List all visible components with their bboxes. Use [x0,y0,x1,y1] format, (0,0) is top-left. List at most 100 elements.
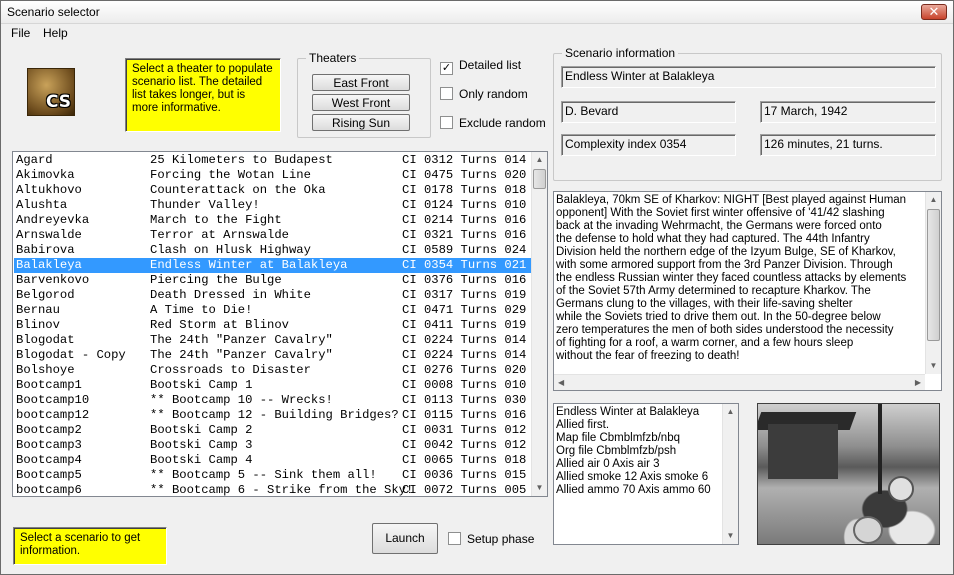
app-logo: CS [27,68,75,116]
list-item-title: Clash on Hlusk Highway [150,243,311,257]
detailed-list-checkbox[interactable]: ✓ Detailed list [440,58,521,75]
list-item-location: Bootcamp4 [16,453,82,467]
list-item-info: CI 0214 Turns 016 [402,213,527,227]
list-item-title: ** Bootcamp 12 - Building Bridges? [150,408,399,422]
list-item-title: Terror at Arnswalde [150,228,289,242]
list-item-info: CI 0036 Turns 015 [402,468,527,482]
list-item[interactable]: Arnswalde Terror at Arnswalde CI 0321 Turn… [14,228,531,243]
scroll-up-icon[interactable]: ▲ [532,152,547,168]
scroll-thumb[interactable] [533,169,546,189]
list-item-info: CI 0224 Turns 014 [402,348,527,362]
list-item[interactable]: Bolshoye Crossroads to Disaster CI 0276 Tu… [14,363,531,378]
list-item[interactable]: bootcamp6 ** Bootcamp 6 - Strike from the… [14,483,531,496]
list-item[interactable]: Agard 25 Kilometers to Budapest CI 0312 Tu… [14,153,531,168]
only-random-label: Only random [459,87,528,101]
setup-phase-checkbox[interactable]: Setup phase [448,532,534,548]
complexity-field: Complexity index 0354 [561,134,736,156]
list-item-title: 25 Kilometers to Budapest [150,153,333,167]
list-item[interactable]: Blogodat The 24th "Panzer Cavalry" CI 0224… [14,333,531,348]
description-line: Balakleya, 70km SE of Kharkov: NIGHT [Be… [556,194,907,206]
scroll-down-icon[interactable]: ▼ [926,358,941,374]
rising-sun-button[interactable]: Rising Sun [312,114,410,131]
list-item-info: CI 0008 Turns 010 [402,378,527,392]
details-scrollbar[interactable]: ▲ ▼ [722,404,738,544]
duration-field: 126 minutes, 21 turns. [760,134,936,156]
list-item-location: Blinov [16,318,60,332]
theater-help-text: Select a theater to populate scenario li… [125,58,281,132]
title-bar: Scenario selector ✕ [1,1,953,24]
list-item-info: CI 0317 Turns 019 [402,288,527,302]
list-item[interactable]: Balakleya Endless Winter at Balakleya CI 0… [14,258,531,273]
list-item-info: CI 0276 Turns 020 [402,363,527,377]
list-item[interactable]: Altukhovo Counterattack on the Oka CI 0178… [14,183,531,198]
description-line: the defense to hold what they had captur… [556,233,870,245]
photo-soldier-2 [853,516,883,544]
scenario-list-scrollbar[interactable]: ▲ ▼ [531,152,547,496]
list-item-info: CI 0031 Turns 012 [402,423,527,437]
description-line: while the Soviets tried to drive them ou… [556,311,881,323]
list-item-title: Bootski Camp 3 [150,438,253,452]
close-button[interactable]: ✕ [921,4,947,20]
list-item[interactable]: Bernau A Time to Die! CI 0471 Turns 029 [14,303,531,318]
description-line: Division held the northern edge of the I… [556,246,896,258]
scroll-up-icon[interactable]: ▲ [723,404,738,420]
only-random-checkbox[interactable]: Only random [440,87,528,103]
logo-text: CS [45,92,71,112]
date-field: 17 March, 1942 [760,101,936,123]
scroll-down-icon[interactable]: ▼ [532,480,547,496]
scenario-details[interactable]: Endless Winter at Balakleya Allied first.… [553,403,739,545]
west-front-button[interactable]: West Front [312,94,410,111]
scroll-right-icon[interactable]: ▶ [915,375,921,390]
list-item-location: Agard [16,153,53,167]
description-hscrollbar[interactable]: ◀ ▶ [554,374,925,390]
scenario-name-field: Endless Winter at Balakleya [561,66,936,88]
description-line: of fighting for a roof, a warm corner, a… [556,337,854,349]
list-item-info: CI 0178 Turns 018 [402,183,527,197]
list-item-location: Bolshoye [16,363,75,377]
list-item[interactable]: bootcamp12 ** Bootcamp 12 - Building Brid… [14,408,531,423]
east-front-button[interactable]: East Front [312,74,410,91]
scroll-up-icon[interactable]: ▲ [926,192,941,208]
list-item[interactable]: Bootcamp10 ** Bootcamp 10 -- Wrecks! CI 01… [14,393,531,408]
list-item-location: Blogodat - Copy [16,348,126,362]
list-item[interactable]: Blogodat - Copy The 24th "Panzer Cavalry"… [14,348,531,363]
scroll-down-icon[interactable]: ▼ [723,528,738,544]
list-item[interactable]: Belgorod Death Dressed in White CI 0317 Tu… [14,288,531,303]
list-item-title: March to the Fight [150,213,282,227]
details-text: Endless Winter at Balakleya Allied first.… [556,406,711,497]
menu-file[interactable]: File [11,26,30,40]
list-item-info: CI 0354 Turns 021 [402,258,527,272]
scenario-info-legend: Scenario information [562,46,679,60]
list-item[interactable]: Andreyevka March to the Fight CI 0214 Turn… [14,213,531,228]
list-item-location: Altukhovo [16,183,82,197]
list-item-location: Andreyevka [16,213,90,227]
list-item[interactable]: Barvenkovo Piercing the Bulge CI 0376 Turn… [14,273,531,288]
scroll-left-icon[interactable]: ◀ [558,375,564,390]
list-item[interactable]: Bootcamp5 ** Bootcamp 5 -- Sink them all!… [14,468,531,483]
exclude-random-checkbox[interactable]: Exclude random [440,116,546,132]
list-item-info: CI 0072 Turns 005 [402,483,527,496]
list-item[interactable]: Alushta Thunder Valley! CI 0124 Turns 010 [14,198,531,213]
list-item[interactable]: Bootcamp3 Bootski Camp 3 CI 0042 Turns 012 [14,438,531,453]
description-line: the endless Russian winter they faced co… [556,272,907,284]
details-line: Endless Winter at Balakleya [556,406,700,418]
list-item[interactable]: Akimovka Forcing the Wotan Line CI 0475 Tu… [14,168,531,183]
list-item-title: Bootski Camp 4 [150,453,253,467]
description-vscrollbar[interactable]: ▲ ▼ [925,192,941,374]
scroll-thumb[interactable] [927,209,940,341]
list-item[interactable]: Babirova Clash on Hlusk Highway CI 0589 Tu… [14,243,531,258]
scenario-description[interactable]: Balakleya, 70km SE of Kharkov: NIGHT [Be… [553,191,942,391]
list-item[interactable]: Bootcamp4 Bootski Camp 4 CI 0065 Turns 018 [14,453,531,468]
scenario-list[interactable]: Agard 25 Kilometers to Budapest CI 0312 Tu… [12,151,548,497]
list-item-location: Bootcamp1 [16,378,82,392]
list-item-location: Bootcamp3 [16,438,82,452]
list-item[interactable]: Bootcamp2 Bootski Camp 2 CI 0031 Turns 012 [14,423,531,438]
only-random-box [440,87,453,100]
menu-help[interactable]: Help [43,26,68,40]
launch-button[interactable]: Launch [372,523,438,554]
list-item-info: CI 0312 Turns 014 [402,153,527,167]
list-item-title: Red Storm at Blinov [150,318,289,332]
list-item-location: bootcamp6 [16,483,82,496]
list-item[interactable]: Bootcamp1 Bootski Camp 1 CI 0008 Turns 010 [14,378,531,393]
list-item[interactable]: Blinov Red Storm at Blinov CI 0411 Turns 0… [14,318,531,333]
